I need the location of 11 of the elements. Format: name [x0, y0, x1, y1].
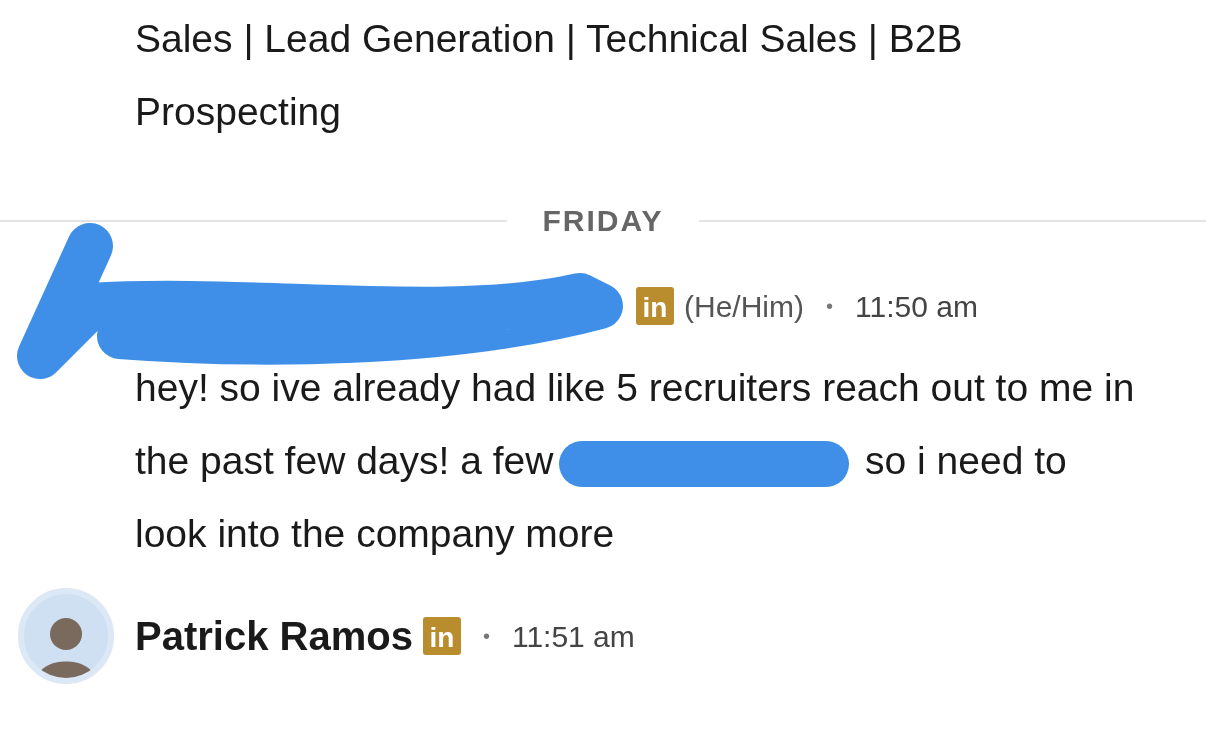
message-text: hey! so ive already had like 5 recruiters reach out to me in the past few days! a few so i need to look into the company more — [135, 365, 1135, 557]
sender-name: Patrick Ramos — [135, 613, 413, 660]
message-time: 11:50 am — [855, 288, 978, 325]
message-time: 11:51 am — [511, 618, 635, 655]
linkedin-badge: in — [422, 617, 461, 655]
separator-dot: • — [826, 294, 833, 319]
sender-pronouns: (He/Him) — [684, 288, 804, 325]
linkedin-badge: in — [636, 287, 674, 325]
separator-dot: • — [482, 624, 490, 649]
profile-headline: Sales | Lead Generation | Technical Sales | B2B Prospecting — [135, 16, 964, 135]
day-divider-label: FRIDAY — [541, 203, 665, 239]
